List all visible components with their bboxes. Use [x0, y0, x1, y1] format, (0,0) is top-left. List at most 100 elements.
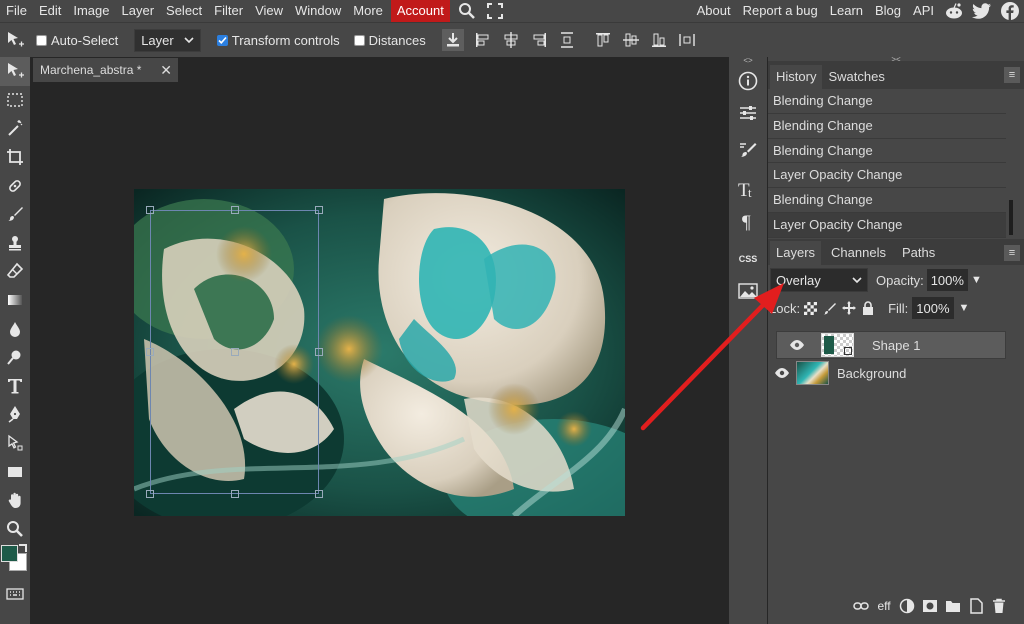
- fullscreen-icon[interactable]: [484, 0, 506, 22]
- history-item[interactable]: Blending Change: [768, 188, 1006, 213]
- layer-effects-button[interactable]: eff: [873, 595, 895, 617]
- align-middle-v-icon[interactable]: [620, 29, 642, 51]
- link-learn[interactable]: Learn: [824, 0, 869, 22]
- css-icon[interactable]: CSS: [729, 243, 767, 275]
- align-top-icon[interactable]: [592, 29, 614, 51]
- history-item[interactable]: Layer Opacity Change: [768, 212, 1006, 238]
- transform-handle-bm[interactable]: [231, 490, 239, 498]
- distances-box[interactable]: [353, 34, 365, 46]
- hand-tool-icon[interactable]: [0, 486, 30, 515]
- link-report-bug[interactable]: Report a bug: [737, 0, 824, 22]
- pen-tool-icon[interactable]: [0, 400, 30, 429]
- distribute-h-icon[interactable]: [676, 29, 698, 51]
- foreground-color-swatch[interactable]: [1, 545, 18, 563]
- image-icon[interactable]: [729, 275, 767, 307]
- path-select-icon[interactable]: [0, 429, 30, 458]
- paragraph-icon[interactable]: ¶: [729, 205, 767, 237]
- lock-all-icon[interactable]: [862, 301, 874, 315]
- menu-file[interactable]: File: [0, 0, 33, 22]
- rectangle-shape-icon[interactable]: [0, 457, 30, 486]
- link-api[interactable]: API: [907, 0, 940, 22]
- download-icon[interactable]: [441, 29, 464, 51]
- menu-filter[interactable]: Filter: [208, 0, 249, 22]
- move-tool-icon[interactable]: [4, 29, 26, 51]
- healing-brush-icon[interactable]: [0, 171, 30, 200]
- history-scrollbar[interactable]: [1009, 200, 1013, 235]
- menu-layer[interactable]: Layer: [116, 0, 161, 22]
- search-icon[interactable]: [456, 0, 478, 22]
- auto-select-checkbox[interactable]: Auto-Select: [36, 33, 118, 48]
- menu-more[interactable]: More: [347, 0, 389, 22]
- lock-position-icon[interactable]: [842, 301, 857, 315]
- align-bottom-icon[interactable]: [648, 29, 670, 51]
- transform-handle-bl[interactable]: [146, 490, 154, 498]
- delete-layer-icon[interactable]: [988, 595, 1010, 617]
- transform-handle-tm[interactable]: [231, 206, 239, 214]
- reddit-icon[interactable]: [940, 0, 968, 22]
- gradient-icon[interactable]: [0, 286, 30, 315]
- move-tool-icon[interactable]: [0, 57, 30, 86]
- adjustments-icon[interactable]: [729, 97, 767, 129]
- history-item[interactable]: Blending Change: [768, 114, 1006, 139]
- transform-handle-mr[interactable]: [315, 348, 323, 356]
- menu-account[interactable]: Account: [390, 0, 450, 22]
- align-center-h-icon[interactable]: [500, 29, 522, 51]
- distribute-v-icon[interactable]: [556, 29, 578, 51]
- opacity-dropdown-icon[interactable]: ▼: [971, 274, 982, 286]
- link-layers-icon[interactable]: [850, 595, 872, 617]
- transform-handle-tr[interactable]: [315, 206, 323, 214]
- menu-icon[interactable]: ≡: [1004, 245, 1020, 261]
- crop-icon[interactable]: [0, 143, 30, 172]
- menu-image[interactable]: Image: [67, 0, 115, 22]
- menu-icon[interactable]: ≡: [1004, 67, 1020, 83]
- menu-edit[interactable]: Edit: [33, 0, 67, 22]
- align-right-icon[interactable]: [528, 29, 550, 51]
- menu-select[interactable]: Select: [160, 0, 208, 22]
- transform-handle-br[interactable]: [315, 490, 323, 498]
- document-tab[interactable]: Marchena_abstra * ✕: [33, 58, 178, 82]
- transform-handle-ml[interactable]: [146, 348, 154, 356]
- add-mask-icon[interactable]: [919, 595, 941, 617]
- tab-history[interactable]: History: [770, 65, 823, 89]
- magic-wand-icon[interactable]: [0, 114, 30, 143]
- character-icon[interactable]: Tt: [729, 173, 767, 205]
- layer-select-dropdown[interactable]: Layer: [134, 28, 201, 52]
- twitter-icon[interactable]: [968, 0, 996, 22]
- facebook-icon[interactable]: [996, 0, 1024, 22]
- transform-bounding-box[interactable]: [146, 206, 323, 498]
- type-tool-icon[interactable]: [0, 372, 30, 401]
- swap-colors-icon[interactable]: [19, 544, 27, 553]
- tab-layers[interactable]: Layers: [770, 241, 822, 265]
- history-item[interactable]: Layer Opacity Change: [768, 163, 1006, 189]
- zoom-tool-icon[interactable]: [0, 515, 30, 544]
- eraser-icon[interactable]: [0, 257, 30, 286]
- transform-controls-checkbox[interactable]: Transform controls: [216, 33, 340, 48]
- marquee-select-icon[interactable]: [0, 86, 30, 115]
- new-layer-icon[interactable]: [965, 595, 987, 617]
- new-group-icon[interactable]: [942, 595, 964, 617]
- collapse-arrows-icon[interactable]: <>: [729, 57, 767, 65]
- eye-icon[interactable]: [774, 367, 790, 379]
- fill-input[interactable]: 100%: [912, 297, 954, 319]
- transform-controls-box[interactable]: [216, 34, 228, 46]
- clone-stamp-icon[interactable]: [0, 229, 30, 258]
- brush-icon[interactable]: [0, 200, 30, 229]
- close-icon[interactable]: ✕: [160, 62, 172, 79]
- opacity-input[interactable]: 100%: [926, 269, 968, 291]
- tab-paths[interactable]: Paths: [896, 241, 941, 265]
- dodge-icon[interactable]: [0, 343, 30, 372]
- blend-mode-dropdown[interactable]: Overlay: [770, 268, 868, 292]
- fill-dropdown-icon[interactable]: ▼: [959, 302, 970, 314]
- layer-row[interactable]: Background: [768, 359, 1006, 387]
- tab-swatches[interactable]: Swatches: [822, 65, 890, 89]
- layer-row[interactable]: Shape 1: [776, 331, 1006, 359]
- eye-icon[interactable]: [789, 339, 805, 351]
- history-item[interactable]: Blending Change: [768, 89, 1006, 114]
- brush-settings-icon[interactable]: [729, 135, 767, 167]
- blur-drop-icon[interactable]: [0, 314, 30, 343]
- align-left-icon[interactable]: [472, 29, 494, 51]
- lock-pixels-icon[interactable]: [823, 302, 837, 315]
- lock-transparency-icon[interactable]: [804, 301, 818, 315]
- adjustment-layer-icon[interactable]: [896, 595, 918, 617]
- tab-channels[interactable]: Channels: [825, 241, 892, 265]
